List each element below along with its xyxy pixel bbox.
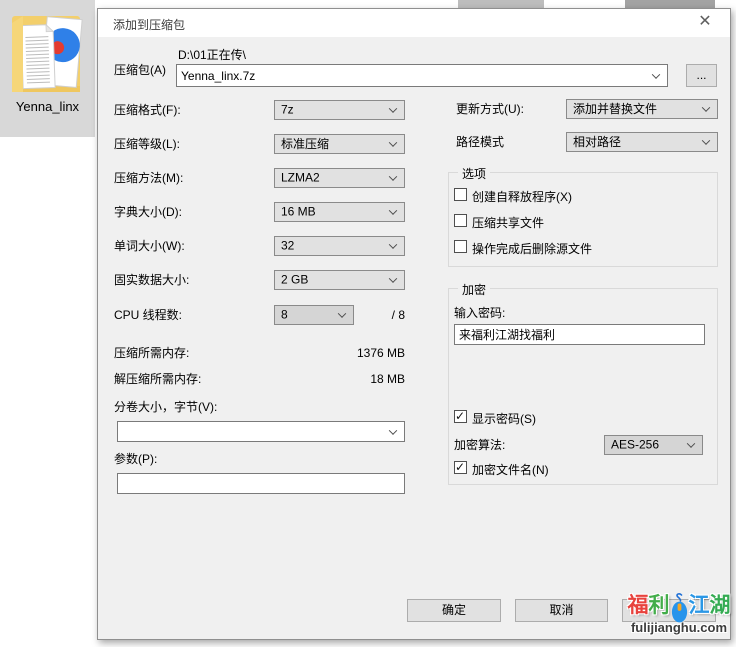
level-value: 标准压缩: [281, 135, 329, 152]
format-select[interactable]: 7z: [274, 100, 405, 120]
archive-name-input[interactable]: [181, 65, 645, 86]
format-label: 压缩格式(F):: [114, 103, 181, 118]
memory-compress-label: 压缩所需内存:: [114, 346, 189, 361]
path-mode-value: 相对路径: [573, 133, 621, 150]
checkbox-delete-after[interactable]: [454, 240, 467, 253]
cancel-button[interactable]: 取消: [515, 599, 608, 622]
chevron-down-icon: [389, 240, 397, 248]
chevron-down-icon: [389, 206, 397, 214]
encryption-method-value: AES-256: [611, 438, 659, 452]
word-size-select[interactable]: 32: [274, 236, 405, 256]
format-value: 7z: [281, 103, 294, 117]
help-button-covered[interactable]: [622, 599, 716, 622]
cpu-threads-select[interactable]: 8: [274, 305, 354, 325]
encryption-method-label: 加密算法:: [454, 438, 505, 453]
level-select[interactable]: 标准压缩: [274, 134, 405, 154]
chevron-down-icon[interactable]: [652, 70, 660, 78]
browse-button[interactable]: ...: [686, 64, 717, 87]
checkbox-shared-files-label[interactable]: 压缩共享文件: [472, 214, 544, 231]
method-value: LZMA2: [281, 171, 320, 185]
archive-name-combobox[interactable]: [176, 64, 668, 87]
solid-block-size-select[interactable]: 2 GB: [274, 270, 405, 290]
chevron-down-icon: [389, 138, 397, 146]
memory-decompress-value: 18 MB: [278, 372, 405, 387]
chevron-down-icon[interactable]: [389, 426, 397, 434]
close-icon[interactable]: ✕: [688, 9, 722, 37]
update-mode-value: 添加并替换文件: [573, 100, 657, 117]
checkbox-delete-after-label[interactable]: 操作完成后删除源文件: [472, 240, 592, 257]
update-mode-label: 更新方式(U):: [456, 102, 524, 117]
chevron-down-icon: [389, 172, 397, 180]
dialog-titlebar[interactable]: 添加到压缩包 ✕: [98, 9, 730, 37]
archive-dir-path: D:\01正在传\: [178, 48, 246, 63]
dictionary-size-select[interactable]: 16 MB: [274, 202, 405, 222]
path-mode-select[interactable]: 相对路径: [566, 132, 718, 152]
background-window-fragment: [458, 0, 544, 8]
folder-icon[interactable]: [9, 10, 87, 98]
screen: Yenna_linx 添加到压缩包 ✕ 压缩包(A) D:\01正在传\ ...…: [0, 0, 736, 647]
checkbox-encrypt-names[interactable]: [454, 461, 467, 474]
options-group-title: 选项: [458, 165, 490, 182]
parameters-input[interactable]: [122, 474, 400, 493]
method-select[interactable]: LZMA2: [274, 168, 405, 188]
parameters-field[interactable]: [117, 473, 405, 494]
chevron-down-icon: [687, 439, 695, 447]
checkbox-shared-files[interactable]: [454, 214, 467, 227]
dictionary-size-label: 字典大小(D):: [114, 205, 182, 220]
chevron-down-icon: [338, 309, 346, 317]
update-mode-select[interactable]: 添加并替换文件: [566, 99, 718, 119]
ok-button[interactable]: 确定: [407, 599, 501, 622]
folder-name-label: Yenna_linx: [0, 99, 95, 114]
checkbox-create-sfx-label[interactable]: 创建自释放程序(X): [472, 188, 572, 205]
method-label: 压缩方法(M):: [114, 171, 183, 186]
cpu-threads-total: / 8: [348, 308, 405, 323]
chevron-down-icon: [702, 103, 710, 111]
solid-block-size-value: 2 GB: [281, 273, 308, 287]
word-size-label: 单词大小(W):: [114, 239, 185, 254]
level-label: 压缩等级(L):: [114, 137, 180, 152]
checkbox-show-password[interactable]: [454, 410, 467, 423]
checkbox-create-sfx[interactable]: [454, 188, 467, 201]
word-size-value: 32: [281, 239, 294, 253]
memory-compress-value: 1376 MB: [278, 346, 405, 361]
cpu-threads-value: 8: [281, 308, 288, 322]
volume-size-combobox[interactable]: [117, 421, 405, 442]
checkbox-encrypt-names-label[interactable]: 加密文件名(N): [472, 461, 549, 478]
volume-size-label: 分卷大小，字节(V):: [114, 400, 217, 415]
password-input[interactable]: [459, 325, 700, 344]
chevron-down-icon: [389, 274, 397, 282]
encryption-method-select[interactable]: AES-256: [604, 435, 703, 455]
cpu-threads-label: CPU 线程数:: [114, 308, 182, 323]
solid-block-size-label: 固实数据大小:: [114, 273, 189, 288]
checkbox-show-password-label[interactable]: 显示密码(S): [472, 410, 536, 427]
dictionary-size-value: 16 MB: [281, 205, 316, 219]
password-label: 输入密码:: [454, 306, 505, 321]
parameters-label: 参数(P):: [114, 452, 157, 467]
chevron-down-icon: [389, 104, 397, 112]
path-mode-label: 路径模式: [456, 135, 504, 150]
archive-label: 压缩包(A): [114, 63, 166, 78]
encryption-group-title: 加密: [458, 281, 490, 298]
chevron-down-icon: [702, 136, 710, 144]
password-field[interactable]: [454, 324, 705, 345]
volume-size-input[interactable]: [122, 422, 382, 441]
folder-icon-graphic: [9, 10, 87, 98]
add-to-archive-dialog: 添加到压缩包 ✕ 压缩包(A) D:\01正在传\ ... 压缩格式(F): 7…: [97, 8, 731, 640]
memory-decompress-label: 解压缩所需内存:: [114, 372, 201, 387]
dialog-title: 添加到压缩包: [113, 16, 185, 33]
background-window-fragment: [625, 0, 715, 8]
